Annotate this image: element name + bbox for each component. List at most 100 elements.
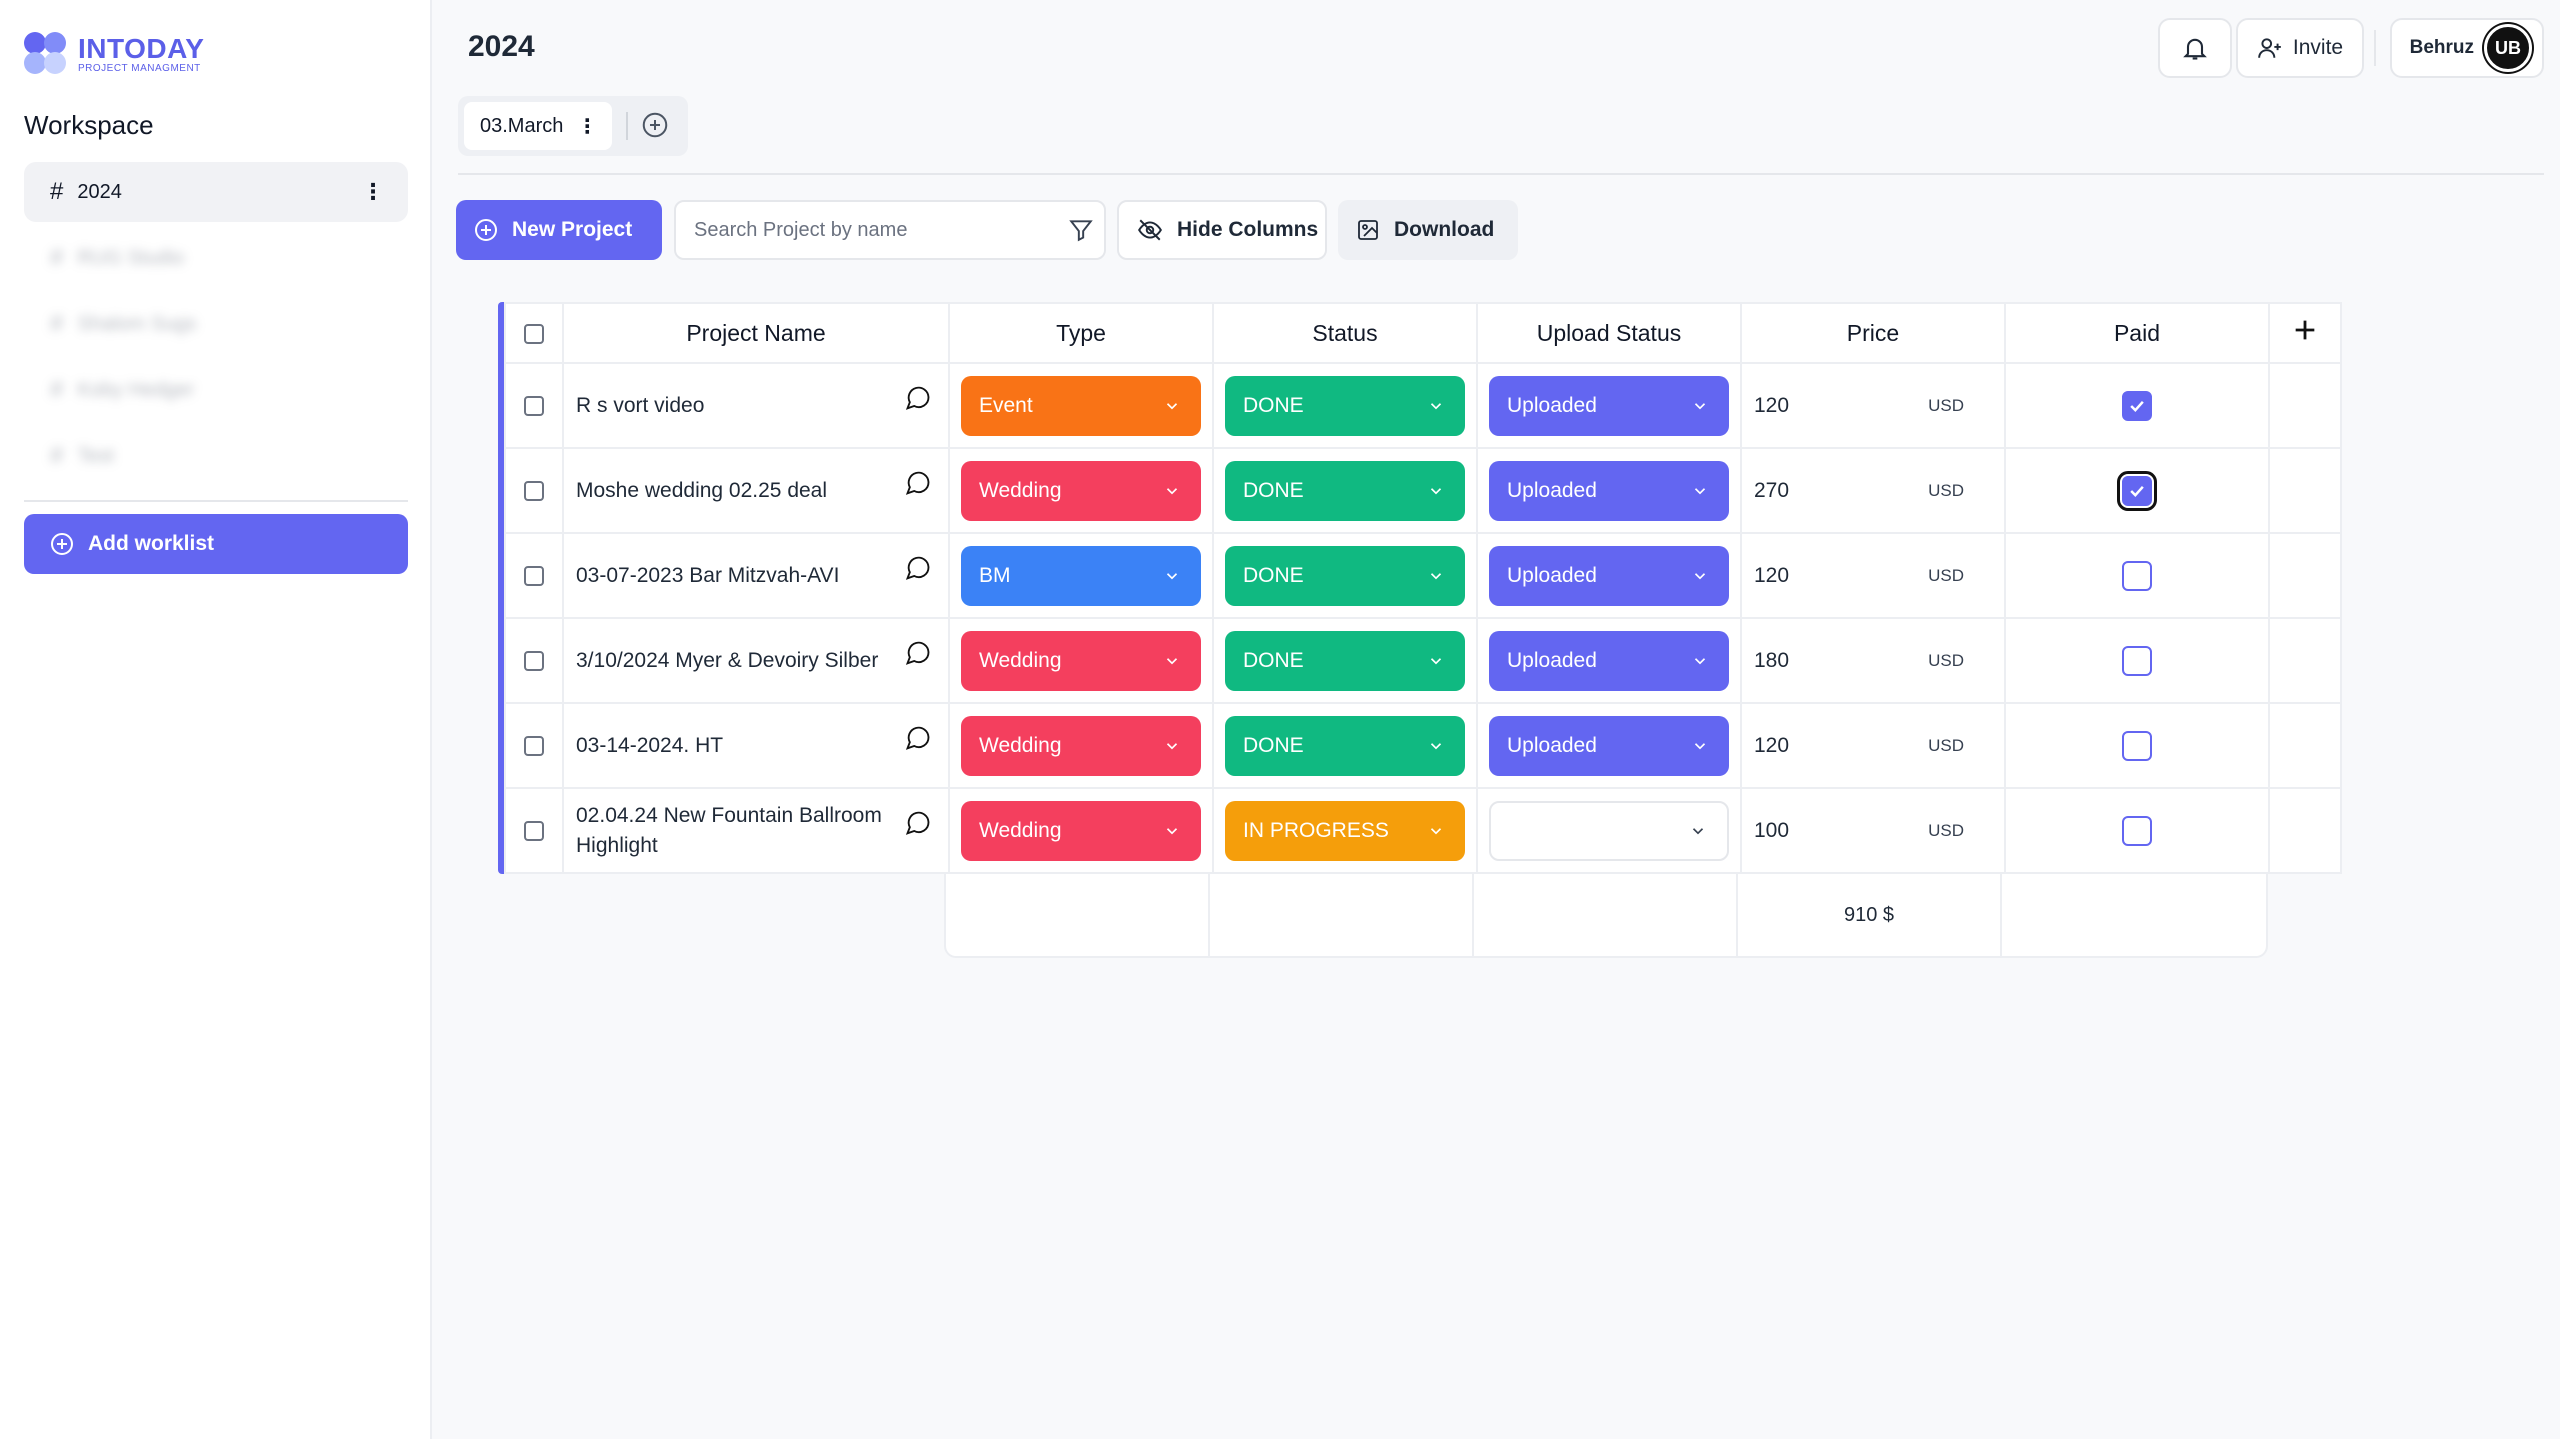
sidebar-item-blurred[interactable]: # RUG Studio: [24, 228, 408, 288]
type-select[interactable]: Wedding: [961, 460, 1201, 521]
price-cell[interactable]: 120 USD: [1740, 532, 2006, 619]
price-cell[interactable]: 120 USD: [1740, 362, 2006, 449]
comment-button[interactable]: [904, 383, 932, 420]
add-column-button[interactable]: [2268, 302, 2342, 364]
download-button[interactable]: Download: [1338, 200, 1518, 260]
type-select[interactable]: Wedding: [961, 800, 1201, 861]
paid-cell: [2004, 702, 2270, 789]
sidebar-item-blurred[interactable]: # Test: [24, 426, 408, 486]
upload-status-value: Uploaded: [1507, 393, 1597, 417]
row-checkbox[interactable]: [524, 565, 544, 586]
upload-status-select[interactable]: Uploaded: [1489, 375, 1729, 436]
tab-label: 03.March: [480, 114, 564, 137]
upload-status-select[interactable]: Uploaded: [1489, 630, 1729, 691]
row-checkbox[interactable]: [524, 480, 544, 501]
status-select[interactable]: DONE: [1225, 375, 1465, 436]
check-icon: [2130, 400, 2144, 412]
status-select[interactable]: DONE: [1225, 545, 1465, 606]
status-select[interactable]: DONE: [1225, 715, 1465, 776]
tab-03-march[interactable]: 03.March ⋮: [464, 102, 612, 150]
kebab-menu-icon[interactable]: ⋮: [577, 114, 597, 139]
comment-button[interactable]: [904, 723, 932, 760]
price-cell[interactable]: 100 USD: [1740, 787, 2006, 874]
app-logo[interactable]: INTODAY PROJECT MANAGMENT: [24, 32, 204, 76]
chevron-down-icon: [1430, 402, 1442, 409]
search-input[interactable]: [694, 218, 1054, 242]
sidebar-item-label: Test: [77, 444, 115, 467]
project-name-cell[interactable]: R s vort video: [562, 362, 950, 449]
comment-button[interactable]: [904, 638, 932, 675]
type-select[interactable]: Wedding: [961, 715, 1201, 776]
header-upload-status[interactable]: Upload Status: [1476, 302, 1742, 364]
project-name-cell[interactable]: 03-07-2023 Bar Mitzvah-AVI: [562, 532, 950, 619]
header-type[interactable]: Type: [948, 302, 1214, 364]
filter-icon[interactable]: [1068, 217, 1094, 243]
upload-status-select[interactable]: Uploaded: [1489, 715, 1729, 776]
price-value: 120: [1754, 393, 1790, 417]
header-project-name[interactable]: Project Name: [562, 302, 950, 364]
hide-columns-label: Hide Columns: [1177, 218, 1319, 241]
header-price[interactable]: Price: [1740, 302, 2006, 364]
sidebar-item-2024[interactable]: # 2024 ⋮: [24, 162, 408, 222]
paid-checkbox[interactable]: [2122, 815, 2152, 846]
empty-cell: [2268, 702, 2342, 789]
status-value: DONE: [1243, 393, 1304, 417]
header-status[interactable]: Status: [1212, 302, 1478, 364]
comment-button[interactable]: [904, 808, 932, 845]
plus-circle-icon: [475, 219, 497, 241]
row-checkbox[interactable]: [524, 395, 544, 416]
add-tab-button[interactable]: [640, 110, 670, 145]
kebab-menu-icon[interactable]: ⋮: [362, 179, 384, 205]
status-select[interactable]: DONE: [1225, 630, 1465, 691]
upload-status-select[interactable]: Uploaded: [1489, 460, 1729, 521]
notifications-button[interactable]: [2158, 18, 2232, 78]
type-select[interactable]: BM: [961, 545, 1201, 606]
user-menu[interactable]: Behruz UB: [2390, 18, 2544, 78]
row-checkbox[interactable]: [524, 820, 544, 841]
new-project-button[interactable]: New Project: [456, 200, 662, 260]
select-all-checkbox[interactable]: [524, 324, 544, 345]
project-name-cell[interactable]: Moshe wedding 02.25 deal: [562, 447, 950, 534]
paid-checkbox[interactable]: [2122, 560, 2152, 591]
paid-checkbox[interactable]: [2117, 470, 2157, 511]
type-select[interactable]: Wedding: [961, 630, 1201, 691]
price-cell[interactable]: 120 USD: [1740, 702, 2006, 789]
add-worklist-button[interactable]: Add worklist: [24, 514, 408, 574]
status-select[interactable]: DONE: [1225, 460, 1465, 521]
paid-cell: [2004, 787, 2270, 874]
price-cell[interactable]: 180 USD: [1740, 617, 2006, 704]
type-select[interactable]: Event: [961, 375, 1201, 436]
sidebar-item-blurred[interactable]: # Shalom Sugs: [24, 294, 408, 354]
upload-status-select[interactable]: [1489, 800, 1729, 861]
price-cell[interactable]: 270 USD: [1740, 447, 2006, 534]
project-name-cell[interactable]: 02.04.24 New Fountain Ballroom Highlight: [562, 787, 950, 874]
project-name-cell[interactable]: 03-14-2024. HT: [562, 702, 950, 789]
chevron-down-icon: [1166, 402, 1178, 409]
status-cell: DONE: [1212, 702, 1478, 789]
type-cell: Wedding: [948, 447, 1214, 534]
search-box: [674, 200, 1106, 260]
row-checkbox[interactable]: [524, 650, 544, 671]
comment-button[interactable]: [904, 553, 932, 590]
upload-status-select[interactable]: Uploaded: [1489, 545, 1729, 606]
table-row: 02.04.24 New Fountain Ballroom Highlight…: [504, 787, 2342, 874]
paid-checkbox[interactable]: [2122, 390, 2152, 421]
invite-button[interactable]: Invite: [2236, 18, 2364, 78]
status-cell: IN PROGRESS: [1212, 787, 1478, 874]
chevron-down-icon: [1694, 572, 1706, 579]
comment-button[interactable]: [904, 468, 932, 505]
paid-checkbox[interactable]: [2122, 730, 2152, 761]
paid-checkbox[interactable]: [2122, 645, 2152, 676]
hide-columns-button[interactable]: Hide Columns: [1117, 200, 1327, 260]
header-paid[interactable]: Paid: [2004, 302, 2270, 364]
row-checkbox[interactable]: [524, 735, 544, 756]
empty-cell: [2268, 532, 2342, 619]
project-name: 03-14-2024. HT: [576, 733, 724, 757]
empty-cell: [2268, 447, 2342, 534]
status-value: DONE: [1243, 478, 1304, 502]
type-value: Wedding: [979, 733, 1062, 757]
type-cell: Event: [948, 362, 1214, 449]
sidebar-item-blurred[interactable]: # Koby Hedger: [24, 360, 408, 420]
status-select[interactable]: IN PROGRESS: [1225, 800, 1465, 861]
project-name-cell[interactable]: 3/10/2024 Myer & Devoiry Silber: [562, 617, 950, 704]
